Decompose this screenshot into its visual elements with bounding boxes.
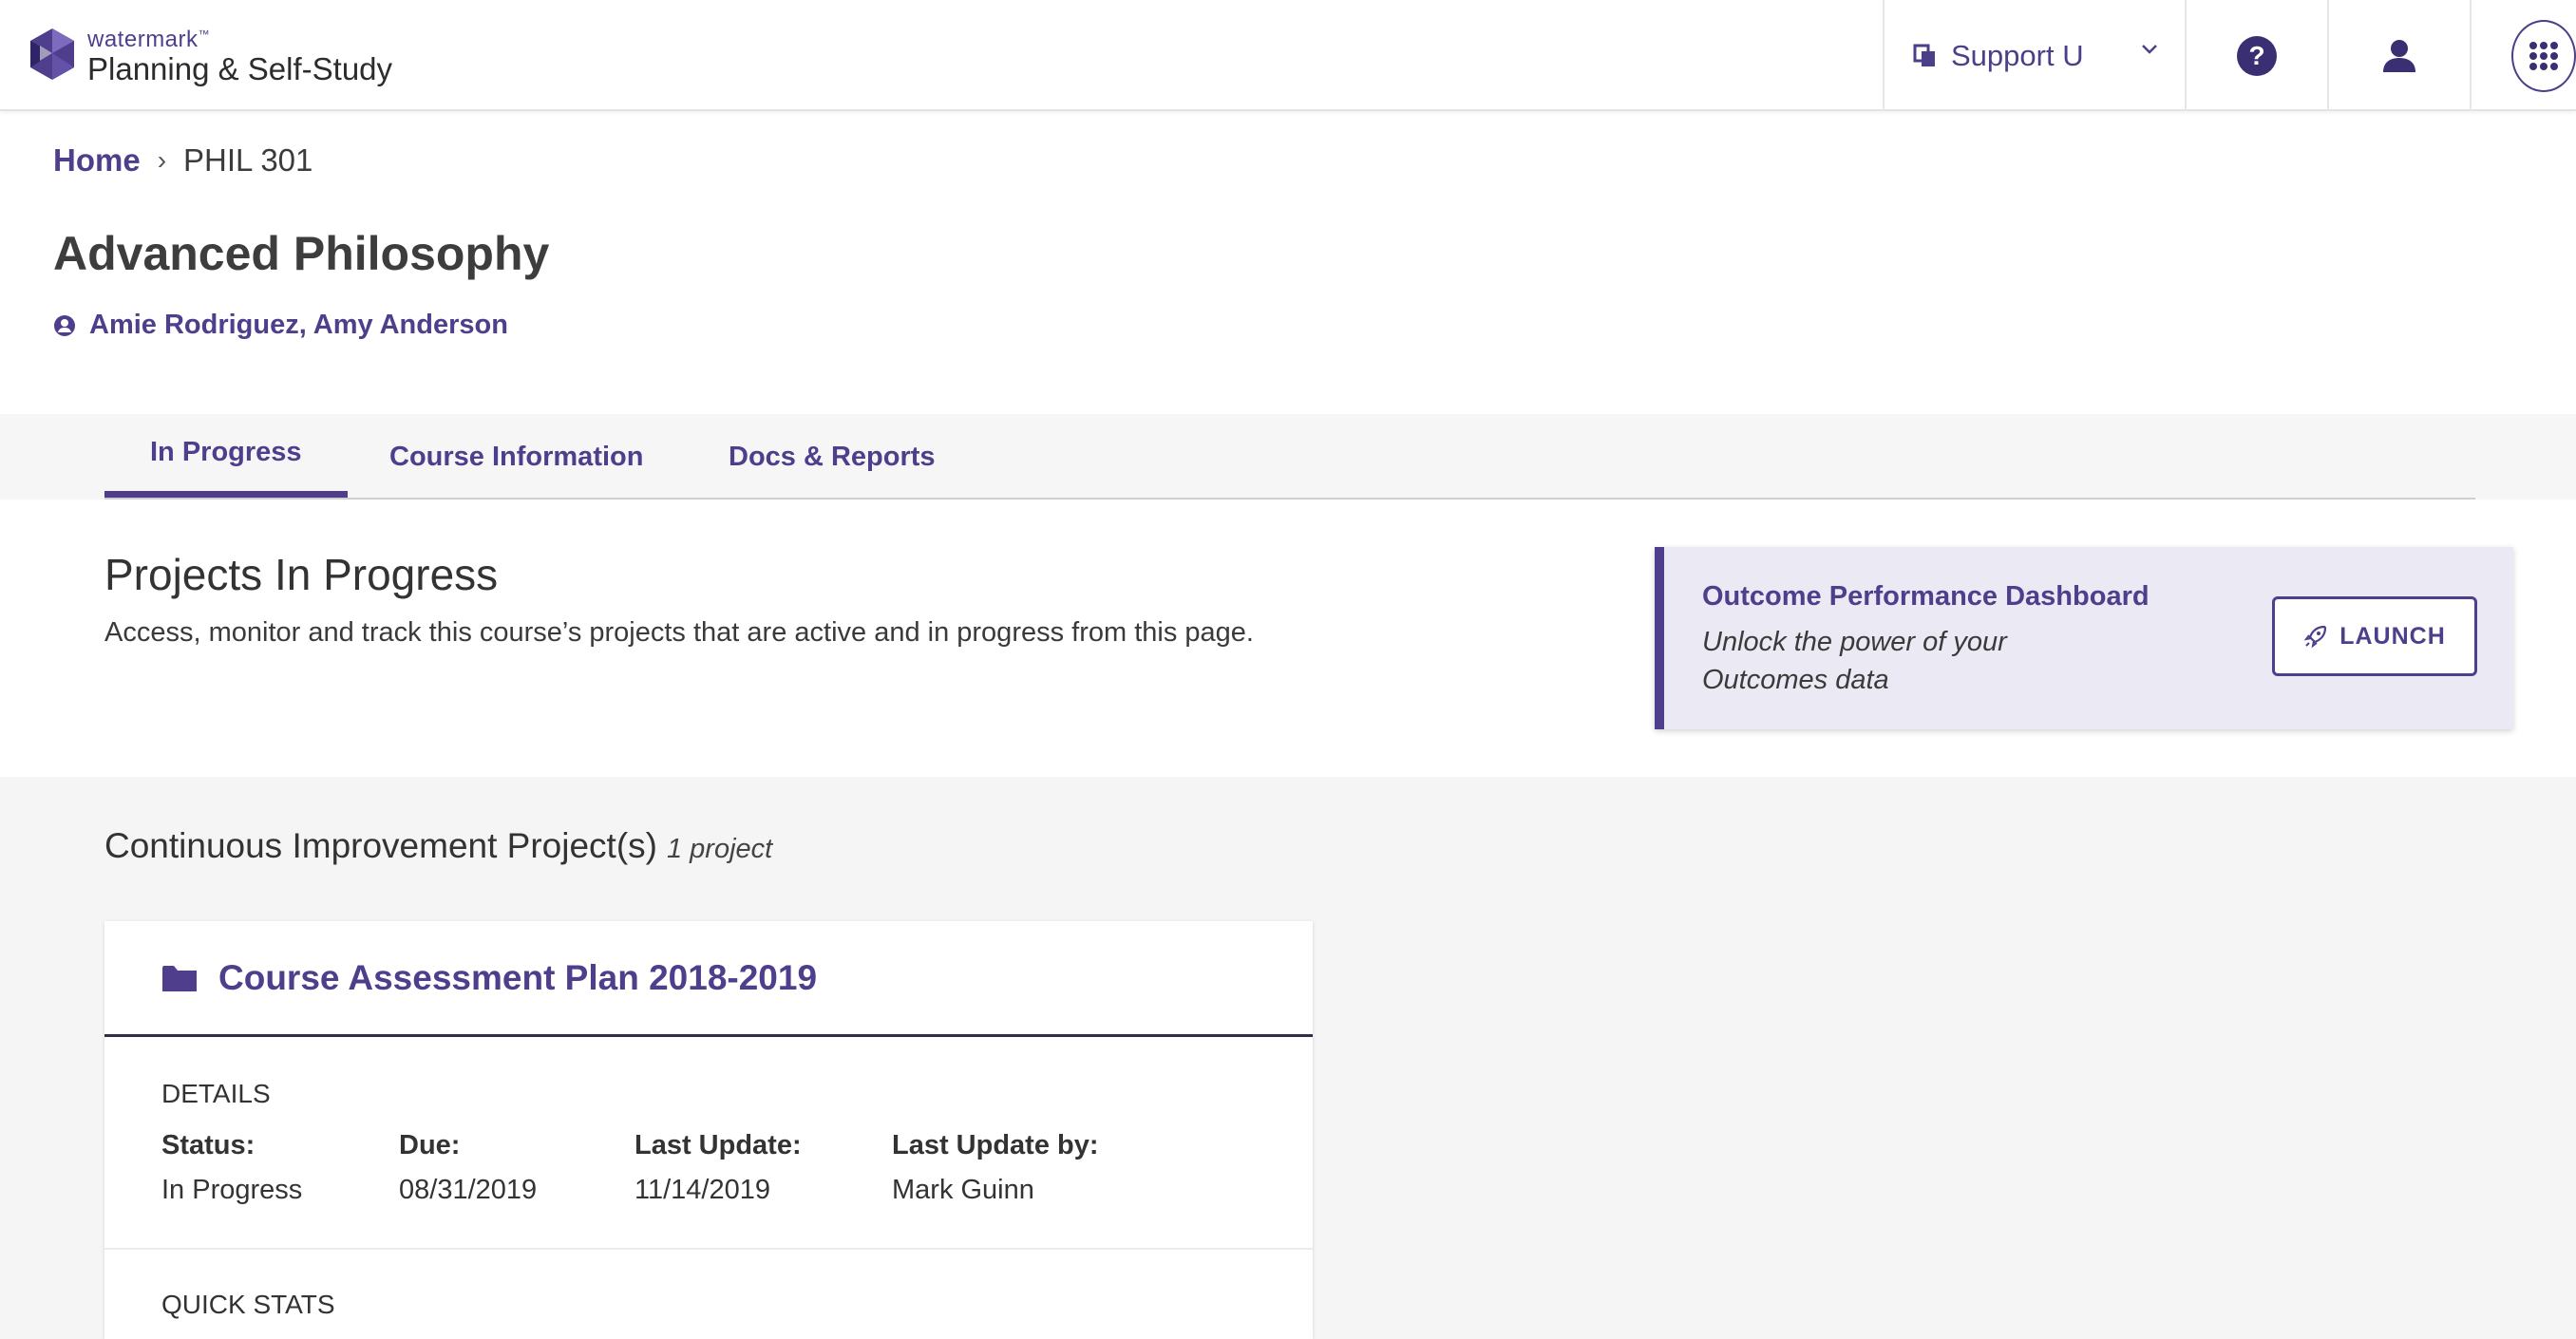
org-switcher-label: Support U	[1951, 38, 2084, 72]
detail-due: Due: 08/31/2019	[399, 1130, 537, 1206]
detail-value: Mark Guinn	[892, 1175, 1034, 1205]
breadcrumb: Home › PHIL 301	[53, 142, 313, 179]
breadcrumb-home-link[interactable]: Home	[53, 142, 141, 179]
section-description: Access, monitor and track this course’s …	[104, 617, 1254, 648]
dashboard-subtitle: Unlock the power of your Outcomes data	[1702, 627, 2007, 695]
detail-status: Status: In Progress	[161, 1130, 302, 1206]
project-card-header[interactable]: Course Assessment Plan 2018-2019	[104, 921, 1313, 1037]
watermark-logo-icon	[30, 28, 74, 80]
org-switcher[interactable]: Support U	[1883, 0, 2187, 111]
card-divider	[104, 1248, 1313, 1250]
quick-stats-heading: QUICK STATS	[161, 1290, 335, 1319]
section-title: Projects In Progress	[104, 550, 499, 599]
help-icon: ?	[2237, 35, 2277, 76]
project-card: Course Assessment Plan 2018-2019 DETAILS…	[104, 921, 1313, 1339]
dashboard-title: Outcome Performance Dashboard	[1702, 581, 2150, 612]
detail-key: Last Update by:	[892, 1130, 1099, 1160]
brand-name: watermark™	[87, 27, 211, 52]
instructors-names: Amie Rodriguez, Amy Anderson	[89, 310, 508, 340]
detail-key: Status:	[161, 1130, 256, 1160]
project-group-name: Continuous Improvement Project(s)	[104, 826, 657, 865]
detail-last-update-by: Last Update by: Mark Guinn	[892, 1130, 1099, 1206]
tab-in-progress[interactable]: In Progress	[104, 414, 348, 498]
project-name-link[interactable]: Course Assessment Plan 2018-2019	[218, 958, 817, 998]
details-heading: DETAILS	[161, 1079, 271, 1108]
copy-icon	[1913, 44, 1935, 66]
detail-key: Due:	[399, 1130, 461, 1160]
launch-button-label: LAUNCH	[2339, 622, 2446, 650]
project-group-title: Continuous Improvement Project(s) 1 proje…	[104, 826, 772, 866]
top-bar: watermark™ Planning & Self-Study Support…	[0, 0, 2576, 111]
user-circle-icon	[54, 314, 75, 336]
tab-docs-reports[interactable]: Docs & Reports	[683, 414, 981, 500]
breadcrumb-separator: ›	[157, 145, 167, 175]
outcome-dashboard-card: Outcome Performance Dashboard Unlock the…	[1655, 547, 2513, 729]
detail-value: In Progress	[161, 1175, 303, 1205]
launch-button[interactable]: LAUNCH	[2272, 596, 2477, 676]
folder-icon	[162, 965, 197, 991]
apps-button[interactable]	[2472, 0, 2576, 111]
instructors[interactable]: Amie Rodriguez, Amy Anderson	[53, 310, 508, 341]
help-button[interactable]: ?	[2187, 0, 2329, 111]
rocket-icon	[2303, 625, 2327, 649]
breadcrumb-current: PHIL 301	[183, 142, 313, 178]
chevron-down-icon	[2142, 45, 2157, 54]
app-logo[interactable]: watermark™ Planning & Self-Study	[27, 17, 392, 93]
apps-grid-icon	[2529, 41, 2558, 70]
detail-last-update: Last Update: 11/14/2019	[635, 1130, 802, 1206]
detail-value: 11/14/2019	[635, 1175, 770, 1205]
product-name: Planning & Self-Study	[87, 51, 393, 86]
detail-key: Last Update:	[635, 1130, 802, 1160]
tab-course-information[interactable]: Course Information	[344, 414, 689, 500]
page-title: Advanced Philosophy	[53, 227, 550, 280]
svg-text:?: ?	[2248, 41, 2264, 70]
user-icon	[2383, 39, 2415, 72]
project-count: 1 project	[666, 834, 773, 864]
detail-value: 08/31/2019	[399, 1175, 538, 1205]
user-menu-button[interactable]	[2329, 0, 2472, 111]
